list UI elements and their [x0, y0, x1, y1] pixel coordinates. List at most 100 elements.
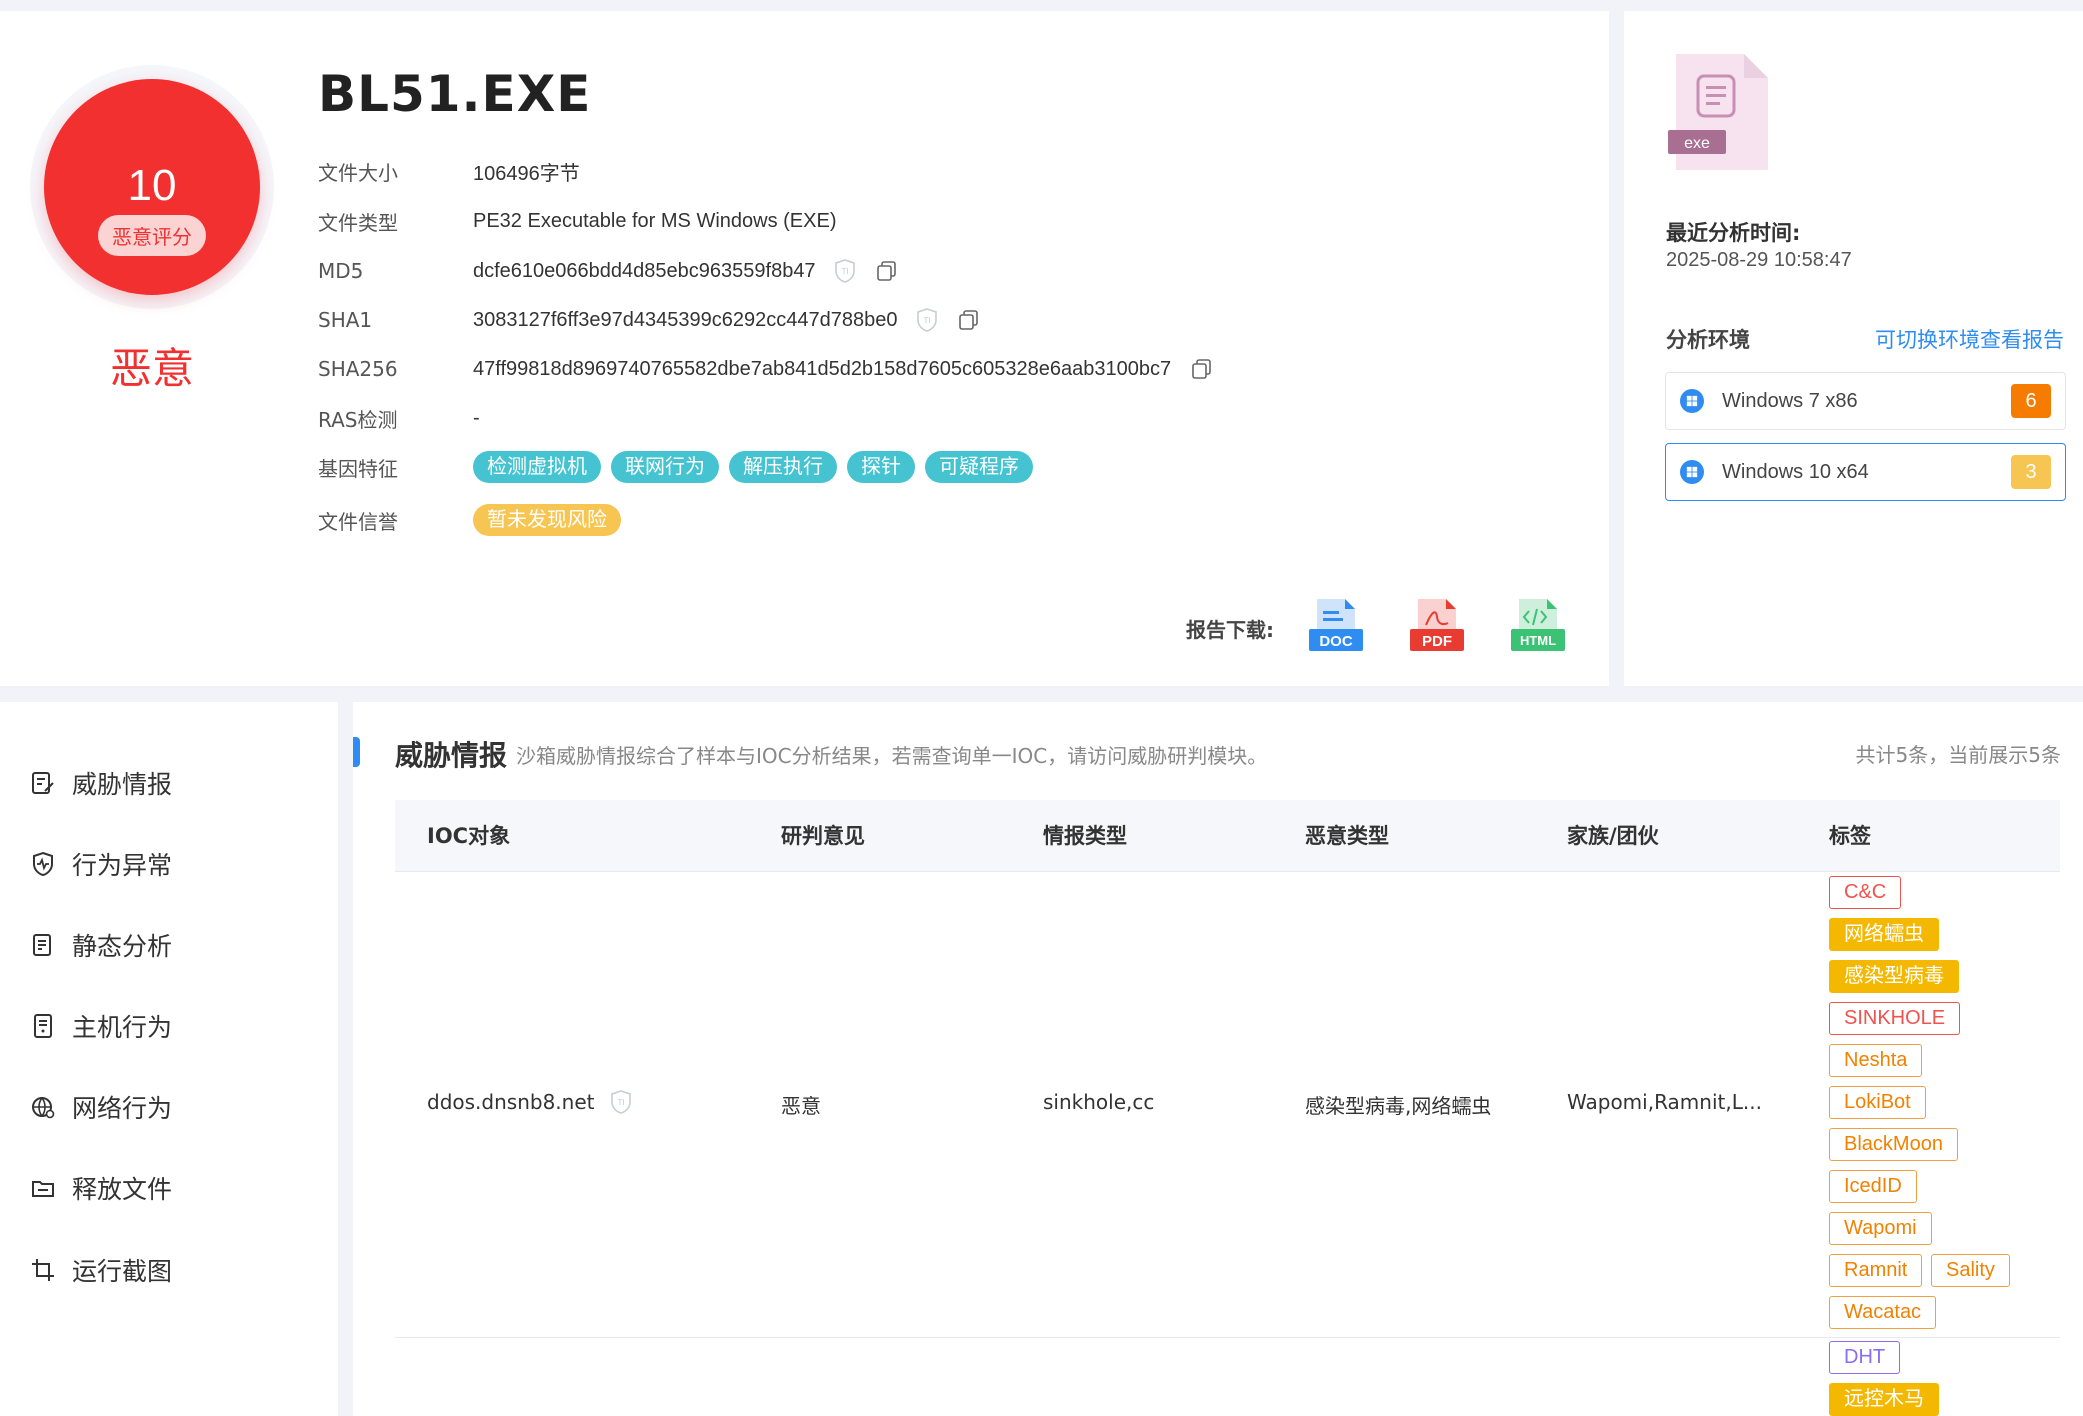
ioc-tag: IcedID [1829, 1170, 1917, 1203]
ioc-tag: Wapomi [1829, 1212, 1932, 1245]
family-value: Wapomi,Ramnit,L... [1567, 1090, 1762, 1114]
intel-type-value: sinkhole,cc [1043, 1090, 1155, 1114]
sidebar-item-label: 释放文件 [72, 1175, 173, 1204]
server-icon [34, 1014, 52, 1038]
svg-text:TI: TI [618, 1098, 625, 1107]
gene-tag: 解压执行 [729, 451, 837, 483]
ioc-tag: 感染型病毒 [1829, 960, 1959, 993]
ioc-tag: Neshta [1829, 1044, 1923, 1077]
info-row-type: 文件类型 PE32 Executable for MS Windows (EXE… [318, 206, 836, 236]
sha256-value: 47ff99818d8969740765582dbe7ab841d5d2b158… [473, 357, 1172, 380]
doc-download-icon[interactable]: DOC [1307, 597, 1365, 657]
ioc-tag: 远控木马 [1829, 1383, 1939, 1416]
shield-pulse-icon [33, 851, 53, 877]
sidebar-item-label: 运行截图 [72, 1257, 173, 1286]
gene-tag: 检测虚拟机 [473, 451, 601, 483]
ioc-tag: C&C [1829, 876, 1902, 909]
table-header: IOC对象 研判意见 情报类型 恶意类型 家族/团伙 标签 [395, 800, 2060, 872]
sidebar-item-host-behavior[interactable]: 主机行为 [30, 1006, 172, 1046]
switch-env-link[interactable]: 可切换环境查看报告 [1875, 324, 2064, 354]
file-summary-panel: 10 恶意评分 恶意 BL51.EXE 文件大小 106496字节 文件类型 P… [0, 11, 1609, 686]
folder-icon [32, 1181, 54, 1197]
sidebar-item-screenshots[interactable]: 运行截图 [30, 1250, 172, 1290]
reputation-tag: 暂未发现风险 [473, 504, 621, 536]
pdf-download-icon[interactable]: PDF [1408, 597, 1466, 657]
sidebar-item-network-behavior[interactable]: 网络行为 [30, 1087, 172, 1127]
sidebar-item-dropped-files[interactable]: 释放文件 [30, 1168, 172, 1208]
ioc-tag: LokiBot [1829, 1086, 1926, 1119]
copy-icon[interactable] [876, 260, 898, 282]
ioc-tag: Sality [1931, 1254, 2010, 1287]
analysis-panel: exe 最近分析时间: 2025-08-29 10:58:47 分析环境 可切换… [1624, 11, 2083, 686]
document-edit-icon [32, 772, 54, 794]
env-count-badge: 6 [2011, 384, 2051, 418]
exe-ext-label: exe [1684, 135, 1710, 152]
svg-text:TI: TI [841, 267, 848, 276]
env-name: Windows 10 x64 [1722, 460, 1869, 483]
html-download-icon[interactable]: HTML [1509, 597, 1567, 657]
ioc-tag: DHT [1829, 1341, 1901, 1374]
sha1-value: 3083127f6ff3e97d4345399c6292cc447d788be0 [473, 308, 898, 331]
copy-icon[interactable] [958, 309, 980, 331]
sidebar-item-label: 静态分析 [72, 932, 173, 961]
svg-text:TI: TI [923, 316, 930, 325]
section-count: 共计5条，当前展示5条 [1855, 743, 2061, 767]
recent-analysis-label: 最近分析时间: [1666, 221, 1801, 245]
row-divider [395, 1337, 2060, 1338]
verdict-text: 恶意 [109, 344, 194, 393]
sidebar-item-label: 行为异常 [72, 851, 173, 880]
ioc-tag: Ramnit [1829, 1254, 1923, 1287]
ras-value: - [473, 406, 480, 429]
ti-shield-icon[interactable]: TI [610, 1090, 632, 1114]
ioc-tag: BlackMoon [1829, 1128, 1958, 1161]
document-list-icon [33, 934, 51, 956]
info-label: SHA256 [318, 357, 398, 381]
file-title: BL51.EXE [318, 65, 592, 123]
ti-shield-icon[interactable]: TI [834, 259, 856, 283]
windows-icon [1680, 389, 1704, 413]
env-label: 分析环境 [1666, 328, 1750, 352]
info-label: 基因特征 [318, 456, 398, 481]
col-tags: 标签 [1829, 824, 1871, 848]
info-label: SHA1 [318, 308, 373, 332]
score-circle: 10 恶意评分 [44, 79, 260, 295]
globe-icon [32, 1097, 55, 1119]
ti-shield-icon[interactable]: TI [916, 308, 938, 332]
pdf-label: PDF [1422, 633, 1452, 650]
col-opinion: 研判意见 [781, 824, 865, 848]
doc-label: DOC [1319, 633, 1353, 650]
info-row-reputation: 文件信誉 暂未发现风险 [318, 504, 631, 536]
info-row-sha256: SHA256 47ff99818d8969740765582dbe7ab841d… [318, 354, 1213, 384]
info-row-size: 文件大小 106496字节 [318, 156, 580, 186]
info-row-genes: 基因特征 检测虚拟机 联网行为 解压执行 探针 可疑程序 [318, 451, 1043, 483]
col-malware-type: 恶意类型 [1305, 824, 1389, 848]
info-label: 文件大小 [318, 160, 398, 185]
score-ring: 10 恶意评分 [30, 65, 274, 309]
file-type-value: PE32 Executable for MS Windows (EXE) [473, 209, 837, 232]
sidebar-item-behavior-anomaly[interactable]: 行为异常 [30, 844, 172, 884]
ioc-tag: SINKHOLE [1829, 1002, 1961, 1035]
section-description: 沙箱威胁情报综合了样本与IOC分析结果，若需查询单一IOC，请访问威胁研判模块。 [516, 744, 1268, 768]
sidebar-item-threat-intel[interactable]: 威胁情报 [30, 763, 172, 803]
section-title: 威胁情报 [395, 739, 508, 772]
score-label: 恶意评分 [98, 215, 206, 256]
env-name: Windows 7 x86 [1722, 389, 1858, 412]
sidebar-item-label: 主机行为 [72, 1013, 173, 1042]
env-option-win7[interactable]: Windows 7 x86 6 [1665, 372, 2066, 430]
col-ioc: IOC对象 [427, 824, 511, 848]
gene-tag: 可疑程序 [925, 451, 1033, 483]
section-sidebar: 威胁情报 行为异常 静态分析 主机行为 网络行为 释放文件 运行截图 [0, 702, 338, 1416]
copy-icon[interactable] [1191, 358, 1213, 380]
info-row-sha1: SHA1 3083127f6ff3e97d4345399c6292cc447d7… [318, 305, 980, 335]
threat-intel-section: 威胁情报 沙箱威胁情报综合了样本与IOC分析结果，若需查询单一IOC，请访问威胁… [353, 702, 2083, 1416]
sidebar-item-label: 网络行为 [72, 1094, 173, 1123]
ioc-tag: Wacatac [1829, 1296, 1937, 1329]
env-option-win10[interactable]: Windows 10 x64 3 [1665, 443, 2066, 501]
gene-tag: 联网行为 [611, 451, 719, 483]
info-label: 文件信誉 [318, 509, 398, 534]
ioc-value[interactable]: ddos.dnsnb8.net [427, 1090, 594, 1114]
info-label: MD5 [318, 259, 364, 283]
sidebar-item-label: 威胁情报 [72, 770, 173, 799]
sidebar-item-static-analysis[interactable]: 静态分析 [30, 925, 172, 965]
exe-file-icon: exe [1668, 54, 1768, 170]
